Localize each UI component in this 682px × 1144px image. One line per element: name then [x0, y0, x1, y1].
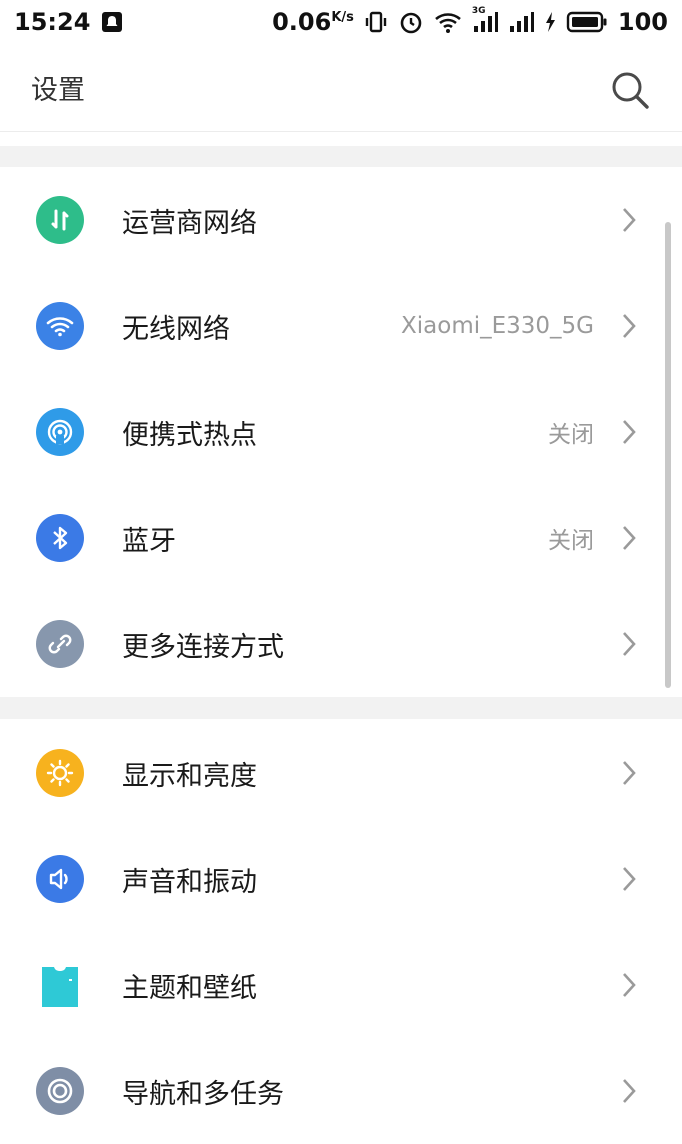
row-label: 无线网络 [122, 313, 230, 345]
signal-3g-icon: 3G [472, 6, 498, 34]
net-speed-value: 0.06 [272, 8, 332, 36]
theme-icon [36, 961, 84, 1009]
link-icon [36, 620, 84, 668]
row-theme-wallpaper[interactable]: 主题和壁纸 [0, 932, 682, 1038]
section-divider [0, 697, 682, 719]
wifi-status-icon [434, 10, 462, 34]
chevron-right-icon [623, 314, 636, 338]
row-label: 声音和振动 [122, 866, 257, 898]
status-time: 15:24 [14, 8, 91, 36]
row-label: 更多连接方式 [122, 631, 284, 663]
wifi-icon [36, 302, 84, 350]
battery-level: 100 [617, 8, 668, 36]
row-carrier-network[interactable]: 运营商网络 [0, 167, 682, 273]
network-type: 3G [471, 6, 486, 16]
chevron-right-icon [623, 632, 636, 656]
row-bluetooth[interactable]: 蓝牙 关闭 [0, 485, 682, 591]
status-bar-left: 15:24 [14, 8, 124, 36]
row-hotspot[interactable]: 便携式热点 关闭 [0, 379, 682, 485]
notification-icon [100, 10, 124, 34]
row-label: 便携式热点 [122, 419, 257, 451]
row-value: 关闭 [548, 528, 594, 554]
row-sound-vibration[interactable]: 声音和振动 [0, 826, 682, 932]
section-divider [0, 146, 682, 167]
brightness-icon [36, 749, 84, 797]
net-speed-unit: K/s [331, 10, 354, 25]
chevron-right-icon [623, 761, 636, 785]
page-title: 设置 [31, 75, 85, 106]
row-display-brightness[interactable]: 显示和亮度 [0, 720, 682, 826]
chevron-right-icon [623, 973, 636, 997]
scrollbar[interactable] [665, 222, 671, 688]
chevron-right-icon [623, 1079, 636, 1103]
row-wifi[interactable]: 无线网络 Xiaomi_E330_5G [0, 273, 682, 379]
app-header: 设置 [0, 44, 682, 132]
chevron-right-icon [623, 208, 636, 232]
row-more-connections[interactable]: 更多连接方式 [0, 591, 682, 697]
chevron-right-icon [623, 526, 636, 550]
settings-section-display: 显示和亮度 声音和振动 主题和壁纸 导航和多任务 [0, 720, 682, 1144]
alarm-icon [398, 9, 424, 35]
row-label: 导航和多任务 [122, 1078, 284, 1110]
net-speed: 0.06K/s [272, 8, 354, 36]
chevron-right-icon [623, 420, 636, 444]
charging-icon [544, 11, 556, 33]
sound-icon [36, 855, 84, 903]
settings-section-connectivity: 运营商网络 无线网络 Xiaomi_E330_5G 便携式热点 关闭 蓝牙 关闭… [0, 167, 682, 697]
battery-icon [566, 10, 608, 34]
status-bar: 15:24 0.06K/s 3G 100 [0, 0, 682, 44]
vibrate-icon [364, 10, 388, 34]
status-bar-right: 0.06K/s 3G 100 [272, 6, 668, 36]
chevron-right-icon [623, 867, 636, 891]
search-icon [612, 72, 649, 109]
signal-icon [508, 10, 534, 34]
hotspot-icon [36, 408, 84, 456]
search-button[interactable] [608, 68, 652, 112]
navigation-icon [36, 1067, 84, 1115]
row-label: 主题和壁纸 [122, 972, 257, 1004]
row-value: Xiaomi_E330_5G [401, 313, 594, 339]
carrier-network-icon [36, 196, 84, 244]
row-label: 蓝牙 [122, 525, 176, 557]
row-label: 运营商网络 [122, 207, 257, 239]
bluetooth-icon [36, 514, 84, 562]
row-navigation-multitask[interactable]: 导航和多任务 [0, 1038, 682, 1144]
row-value: 关闭 [548, 422, 594, 448]
row-label: 显示和亮度 [122, 760, 257, 792]
